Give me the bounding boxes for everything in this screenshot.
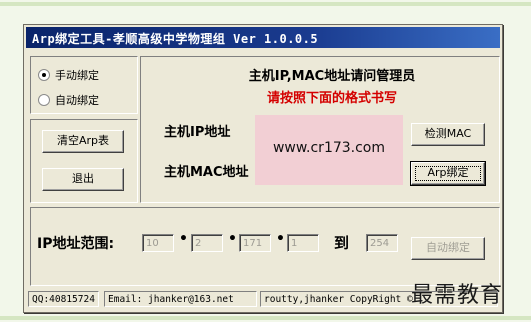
status-qq: QQ:40815724 bbox=[28, 291, 99, 307]
ip-octet-1-input[interactable]: 10 bbox=[142, 234, 174, 252]
clear-arp-button[interactable]: 清空Arp表 bbox=[42, 130, 124, 153]
ip-octet-4-input[interactable]: 1 bbox=[287, 234, 319, 252]
window-title: Arp绑定工具-孝顺高级中学物理组 Ver 1.0.0.5 bbox=[32, 32, 319, 46]
ip-range-end-input[interactable]: 254 bbox=[366, 234, 398, 252]
radio-label: 手动绑定 bbox=[55, 69, 99, 82]
auto-bind-button[interactable]: 自动绑定 bbox=[411, 237, 485, 260]
range-to-label: 到 bbox=[334, 234, 350, 252]
host-mac-label: 主机MAC地址 bbox=[164, 165, 249, 180]
dot-separator: • bbox=[179, 231, 188, 247]
dot-separator: • bbox=[228, 231, 237, 247]
input-preview-area: www.cr173.com bbox=[255, 115, 403, 185]
title-bar[interactable]: Arp绑定工具-孝顺高级中学物理组 Ver 1.0.0.5 bbox=[26, 27, 500, 48]
app-window: Arp绑定工具-孝顺高级中学物理组 Ver 1.0.0.5 手动绑定 自动绑定 … bbox=[23, 24, 503, 313]
radio-indicator[interactable] bbox=[38, 69, 50, 81]
divider bbox=[0, 316, 531, 320]
left-button-group: 清空Arp表 退出 bbox=[30, 119, 138, 203]
radio-selected-dot bbox=[42, 73, 46, 77]
detect-mac-button[interactable]: 检测MAC bbox=[411, 123, 485, 146]
radio-indicator[interactable] bbox=[38, 94, 50, 106]
watermark-text: 最需教育 bbox=[411, 283, 504, 308]
arp-bind-button[interactable]: Arp绑定 bbox=[410, 161, 486, 186]
host-ip-label: 主机IP地址 bbox=[164, 125, 231, 140]
format-instruction: 请按照下面的格式书写 bbox=[266, 91, 397, 106]
exit-button[interactable]: 退出 bbox=[42, 168, 124, 191]
divider bbox=[0, 2, 531, 6]
radio-label: 自动绑定 bbox=[55, 94, 99, 107]
ip-range-label: IP地址范围: bbox=[37, 236, 115, 252]
ip-octet-3-input[interactable]: 171 bbox=[239, 234, 271, 252]
preview-url-text: www.cr173.com bbox=[272, 140, 386, 156]
admin-notice-heading: 主机IP,MAC地址请问管理员 bbox=[248, 69, 416, 84]
dot-separator: • bbox=[276, 231, 285, 247]
mode-group: 手动绑定 自动绑定 bbox=[30, 56, 138, 114]
ip-octet-2-input[interactable]: 2 bbox=[191, 234, 223, 252]
status-email: Email: jhanker@163.net bbox=[104, 291, 257, 307]
